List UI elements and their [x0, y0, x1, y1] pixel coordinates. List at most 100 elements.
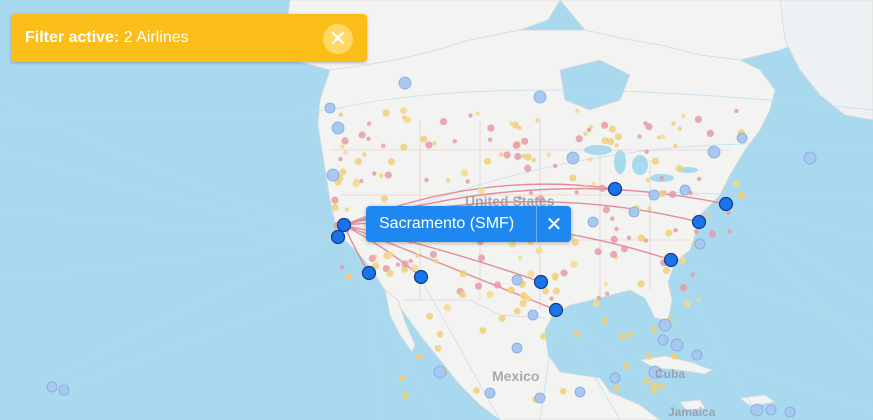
airport-dot: [575, 135, 583, 143]
airport-dot: [602, 206, 611, 214]
airport-dot: [486, 290, 494, 299]
airport-dot: [645, 123, 653, 131]
airport-dot: [650, 326, 658, 334]
airport-dot: [420, 135, 428, 143]
airport-dot: [512, 141, 520, 149]
airport-dot: [434, 258, 439, 264]
airport-dot: [658, 382, 665, 390]
airport-dot: [643, 377, 650, 385]
airport-dot: [659, 176, 664, 181]
airport-phoenix[interactable]: [413, 269, 429, 285]
airport-dot: [645, 178, 651, 183]
airport-dot: [708, 230, 716, 238]
airport-charlotte[interactable]: [663, 252, 679, 268]
airport-dot: [426, 312, 433, 320]
airport-dot: [340, 144, 345, 149]
airport-dot: [521, 280, 526, 286]
airport-dot: [677, 126, 682, 131]
airport-dot: [572, 330, 580, 338]
airport-dot: [521, 137, 529, 145]
airport-sacramento[interactable]: [336, 217, 352, 233]
airport-washington[interactable]: [691, 214, 707, 230]
airport-dot: [479, 327, 487, 334]
airport-dot: [535, 118, 540, 123]
airport-dot: [575, 108, 580, 113]
airport-dot: [507, 286, 515, 294]
airport-dot: [569, 174, 577, 182]
airport-dot: [380, 195, 389, 203]
airport-dot: [673, 228, 678, 233]
airport-dot: [552, 163, 558, 168]
airport-dot: [626, 330, 633, 338]
airport-dot: [560, 269, 568, 277]
filter-close-button[interactable]: ✕: [323, 24, 353, 54]
airport-dot: [680, 284, 688, 292]
airport-dot: [331, 203, 339, 211]
airport-dot: [694, 229, 699, 234]
airport-dot: [598, 184, 607, 192]
airport-dallas[interactable]: [533, 274, 549, 290]
airport-bay-area[interactable]: [330, 229, 346, 245]
airport-dot: [372, 171, 377, 176]
airport-dot: [517, 255, 523, 260]
airport-los-angeles[interactable]: [361, 265, 377, 281]
airport-dot: [408, 258, 413, 264]
airport-dot: [623, 362, 631, 370]
airport-dot: [552, 276, 558, 281]
airport-chicago[interactable]: [607, 181, 623, 197]
airport-dot: [359, 178, 364, 184]
airport-dot: [386, 269, 394, 277]
airport-dot: [338, 156, 343, 162]
airport-dot: [737, 191, 746, 199]
airport-dot: [487, 137, 493, 142]
airport-dot: [498, 152, 504, 157]
filter-value: 2 Airlines: [123, 29, 189, 46]
airport-dot: [696, 297, 701, 302]
airport-dot: [473, 387, 480, 394]
airport-dot: [519, 292, 528, 300]
airport-dot: [400, 143, 408, 151]
airport-dot: [675, 164, 683, 173]
airport-new-york[interactable]: [718, 196, 734, 212]
airport-dot: [610, 235, 618, 243]
airport-dot: [524, 153, 532, 161]
airport-dot: [549, 296, 554, 301]
airport-dot: [679, 256, 687, 264]
airport-dot: [399, 107, 408, 115]
airport-dot: [434, 344, 442, 352]
airport-dot: [503, 151, 511, 159]
airport-dot: [651, 157, 659, 165]
airport-dot: [429, 250, 437, 259]
airport-dot: [384, 171, 392, 179]
airport-dot: [401, 260, 409, 268]
airport-dot: [540, 332, 547, 340]
airport-dot: [613, 384, 620, 392]
airport-dot: [524, 164, 532, 172]
airport-dot: [475, 111, 480, 116]
airport-popup: Sacramento (SMF) ✕: [366, 206, 571, 242]
airport-dot: [732, 179, 741, 187]
airport-dot: [552, 287, 561, 295]
airport-dot: [459, 269, 467, 277]
airport-dot: [425, 141, 433, 149]
airport-dot: [596, 295, 601, 300]
airport-dot: [353, 178, 359, 183]
airport-dot: [610, 250, 618, 259]
airport-dot: [387, 158, 395, 166]
filter-text: Filter active: 2 Airlines: [25, 30, 189, 46]
airport-dot: [358, 131, 366, 139]
airport-houston[interactable]: [548, 302, 564, 318]
airport-dot: [734, 108, 739, 114]
airport-dot: [594, 248, 602, 256]
airport-dot: [658, 190, 667, 198]
airport-dot: [683, 300, 691, 308]
airport-dot: [614, 226, 619, 232]
airport-dot: [574, 190, 579, 195]
airport-dot: [601, 121, 609, 129]
airport-dot: [509, 121, 514, 126]
airport-dot: [436, 330, 444, 338]
popup-close-button[interactable]: ✕: [537, 206, 571, 242]
airport-dot: [601, 137, 609, 145]
airport-dot: [662, 266, 671, 274]
airport-dot: [477, 254, 486, 262]
